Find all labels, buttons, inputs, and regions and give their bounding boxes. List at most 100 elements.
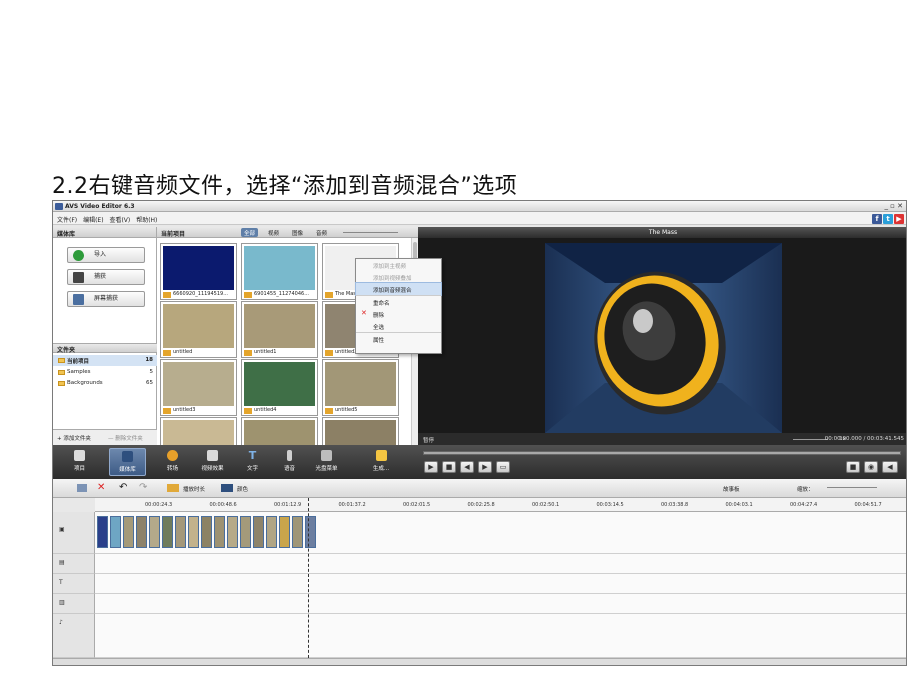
media-thumbnail[interactable]: untitled5: [322, 359, 399, 416]
ruler-tick-label: 00:02:50.1: [532, 502, 560, 508]
zoom-slider[interactable]: [827, 487, 877, 488]
file-type-icon: [244, 292, 252, 298]
prev-frame-button[interactable]: ◀: [460, 461, 474, 473]
video-clip[interactable]: [136, 516, 147, 548]
menu-edit[interactable]: 编辑(E): [83, 215, 103, 224]
video-clip[interactable]: [123, 516, 134, 548]
media-thumbnail[interactable]: untitled3: [160, 359, 237, 416]
screen-capture-label: 屏幕捕获: [94, 295, 119, 302]
play-button[interactable]: ▶: [424, 461, 438, 473]
speed-slider[interactable]: [793, 439, 828, 440]
menu-select-all[interactable]: 全选: [356, 320, 441, 332]
youtube-icon[interactable]: ▶: [894, 214, 904, 224]
video-clip[interactable]: [305, 516, 316, 548]
media-thumbnail[interactable]: untitled1: [241, 301, 318, 358]
video-clip[interactable]: [240, 516, 251, 548]
overlay-track-lane[interactable]: [95, 554, 906, 574]
undo-icon[interactable]: ↶: [119, 482, 127, 493]
video-effects-button[interactable]: 视频效果: [194, 448, 231, 476]
storyboard-toggle-icon[interactable]: [77, 484, 87, 492]
video-clip[interactable]: [201, 516, 212, 548]
video-clip[interactable]: [97, 516, 108, 548]
media-thumbnail[interactable]: 6901455_11274046...: [241, 243, 318, 300]
text-track-icon: T: [59, 579, 63, 586]
menu-help[interactable]: 帮助(H): [136, 215, 157, 224]
folder-name: 当前项目: [67, 359, 90, 365]
import-button[interactable]: 导入: [67, 247, 145, 263]
duration-button[interactable]: 播放时长: [183, 485, 205, 493]
transitions-button[interactable]: 转场: [154, 448, 191, 476]
text-track-lane[interactable]: [95, 574, 906, 594]
produce-button[interactable]: 生成...: [359, 448, 403, 476]
timeline-ruler[interactable]: 00:00:24.3 00:00:48.6 00:01:12.9 00:01:37.2…: [95, 498, 906, 512]
fullscreen-button[interactable]: ▭: [496, 461, 510, 473]
menu-rename[interactable]: 重命名: [356, 296, 441, 308]
menu-add-to-audio-mix[interactable]: 添加到音频混合: [355, 282, 442, 296]
voice-track-lane[interactable]: [95, 594, 906, 614]
folder-item[interactable]: Samples 5: [53, 367, 157, 378]
video-clip[interactable]: [188, 516, 199, 548]
twitter-icon[interactable]: t: [883, 214, 893, 224]
file-type-icon: [244, 350, 252, 356]
filter-video-tab[interactable]: 视频: [265, 228, 282, 237]
folder-count: 18: [145, 357, 153, 363]
preview-screen[interactable]: [545, 243, 782, 433]
video-clip[interactable]: [110, 516, 121, 548]
media-thumbnail[interactable]: untitled: [160, 301, 237, 358]
video-track-header: ▣: [53, 512, 95, 554]
text-button[interactable]: T 文字: [234, 448, 271, 476]
video-clip[interactable]: [175, 516, 186, 548]
thumbnail-image: [163, 304, 234, 348]
voice-button[interactable]: 语音: [271, 448, 308, 476]
video-clip[interactable]: [266, 516, 277, 548]
facebook-icon[interactable]: f: [872, 214, 882, 224]
project-button[interactable]: 项目: [61, 448, 98, 476]
menu-bar: 文件(F) 编辑(E) 查看(V) 帮助(H): [53, 212, 906, 225]
video-clip[interactable]: [227, 516, 238, 548]
delete-icon[interactable]: ✕: [97, 482, 105, 493]
volume-icon[interactable]: ◀: [882, 461, 898, 473]
playhead[interactable]: [308, 498, 309, 658]
redo-icon[interactable]: ↷: [139, 482, 147, 493]
video-clip[interactable]: [149, 516, 160, 548]
color-button[interactable]: 颜色: [237, 485, 248, 493]
disc-menu-button[interactable]: 光盘菜单: [308, 448, 345, 476]
capture-button[interactable]: 捕获: [67, 269, 145, 285]
menu-properties[interactable]: 属性: [356, 333, 441, 345]
video-track-lane[interactable]: [95, 512, 906, 554]
seek-bar[interactable]: [423, 451, 901, 455]
screen-capture-button[interactable]: 屏幕捕获: [67, 291, 145, 307]
camera-icon[interactable]: ◉: [864, 461, 878, 473]
video-clip[interactable]: [292, 516, 303, 548]
filter-all-tab[interactable]: 全部: [241, 228, 259, 237]
media-library-button[interactable]: 媒体库: [109, 448, 146, 476]
storyboard-button[interactable]: 故事板: [723, 485, 740, 493]
next-frame-button[interactable]: ▶: [478, 461, 492, 473]
menu-view[interactable]: 查看(V): [109, 215, 130, 224]
menu-delete[interactable]: ✕ 删除: [356, 308, 441, 320]
snapshot-icon[interactable]: ■: [846, 461, 860, 473]
music-track-lane[interactable]: [95, 614, 906, 658]
media-library-label: 媒体库: [119, 467, 136, 473]
stop-button[interactable]: ■: [442, 461, 456, 473]
thumbnail-caption: untitled5: [335, 407, 358, 413]
video-clip[interactable]: [279, 516, 290, 548]
add-folder-button[interactable]: + 添加文件夹: [57, 434, 91, 442]
media-thumbnail[interactable]: untitled4: [241, 359, 318, 416]
folder-item[interactable]: Backgrounds 65: [53, 378, 157, 389]
folder-item[interactable]: 当前项目 18: [53, 355, 157, 366]
menu-add-to-main-video[interactable]: 添加到主视频: [356, 259, 441, 271]
filter-audio-tab[interactable]: 音频: [313, 228, 330, 237]
video-clip[interactable]: [162, 516, 173, 548]
window-controls[interactable]: _ ▫ ✕: [884, 202, 903, 210]
timeline-scrollbar[interactable]: [53, 658, 906, 665]
menu-add-to-video-overlay[interactable]: 添加到视频叠加: [356, 271, 441, 283]
thumbnail-size-slider[interactable]: [343, 232, 398, 233]
media-thumbnail[interactable]: 6660920_11194519...: [160, 243, 237, 300]
remove-folder-button[interactable]: — 删除文件夹: [108, 434, 143, 442]
app-logo-icon: [55, 203, 63, 210]
video-clip[interactable]: [214, 516, 225, 548]
menu-file[interactable]: 文件(F): [57, 215, 77, 224]
filter-image-tab[interactable]: 图像: [289, 228, 306, 237]
video-clip[interactable]: [253, 516, 264, 548]
